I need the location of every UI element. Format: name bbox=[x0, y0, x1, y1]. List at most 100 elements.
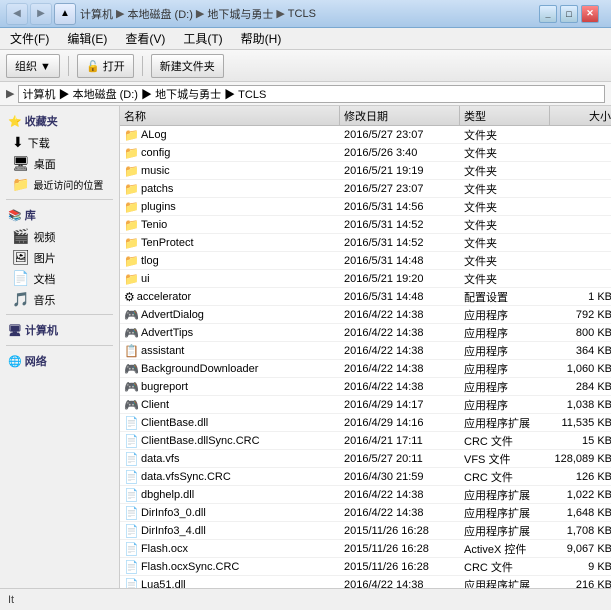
address-input[interactable] bbox=[18, 85, 605, 103]
file-type: 文件夹 bbox=[460, 270, 550, 288]
file-icon: 📁 bbox=[124, 164, 139, 178]
menu-view[interactable]: 查看(V) bbox=[121, 28, 169, 49]
library-icon: 📚 bbox=[8, 210, 22, 222]
sidebar-item-picture[interactable]: 🖼 图片 bbox=[0, 247, 119, 268]
back-button[interactable]: ◀ bbox=[6, 3, 28, 25]
sidebar-item-desktop[interactable]: 🖥 桌面 bbox=[0, 153, 119, 174]
menu-edit[interactable]: 编辑(E) bbox=[63, 28, 111, 49]
file-name: ClientBase.dllSync.CRC bbox=[141, 435, 260, 447]
table-row[interactable]: ⚙accelerator2016/5/31 14:48配置设置1 KB bbox=[120, 288, 611, 306]
col-header-size[interactable]: 大小 bbox=[550, 106, 611, 126]
maximize-button[interactable]: □ bbox=[560, 5, 578, 23]
computer-label: 计算机 bbox=[25, 325, 58, 337]
sidebar-item-download[interactable]: ⬇ 下载 bbox=[0, 132, 119, 153]
up-button[interactable]: ▲ bbox=[54, 3, 76, 25]
table-row[interactable]: 📁plugins2016/5/31 14:56文件夹 bbox=[120, 198, 611, 216]
table-row[interactable]: 📄Flash.ocxSync.CRC2015/11/26 16:28CRC 文件… bbox=[120, 558, 611, 576]
table-row[interactable]: 📄Flash.ocx2015/11/26 16:28ActiveX 控件9,06… bbox=[120, 540, 611, 558]
file-name: BackgroundDownloader bbox=[141, 363, 258, 375]
file-size: 128,089 KB bbox=[550, 452, 611, 466]
open-button[interactable]: 🔓 打开 bbox=[77, 54, 134, 78]
picture-label: 图片 bbox=[34, 250, 56, 266]
file-name: AdvertDialog bbox=[141, 309, 204, 321]
file-type: CRC 文件 bbox=[460, 432, 550, 450]
sidebar-item-document[interactable]: 📄 文档 bbox=[0, 268, 119, 289]
new-folder-button[interactable]: 新建文件夹 bbox=[151, 54, 224, 78]
file-date: 2016/4/22 14:38 bbox=[340, 488, 460, 502]
file-date: 2016/4/22 14:38 bbox=[340, 362, 460, 376]
table-row[interactable]: 📁ALog2016/5/27 23:07文件夹 bbox=[120, 126, 611, 144]
menu-help[interactable]: 帮助(H) bbox=[237, 28, 286, 49]
file-size bbox=[550, 278, 611, 280]
file-type: 应用程序扩展 bbox=[460, 486, 550, 504]
file-name: TenProtect bbox=[141, 237, 194, 249]
file-date: 2016/4/22 14:38 bbox=[340, 344, 460, 358]
table-row[interactable]: 📁config2016/5/26 3:40文件夹 bbox=[120, 144, 611, 162]
forward-button[interactable]: ▶ bbox=[30, 3, 52, 25]
close-button[interactable]: ✕ bbox=[581, 5, 599, 23]
file-icon: 🎮 bbox=[124, 308, 139, 322]
table-row[interactable]: 📄DirInfo3_0.dll2016/4/22 14:38应用程序扩展1,64… bbox=[120, 504, 611, 522]
table-row[interactable]: 🎮Client2016/4/29 14:17应用程序1,038 KB bbox=[120, 396, 611, 414]
file-icon: 📁 bbox=[124, 218, 139, 232]
sidebar-header-favorites[interactable]: ⭐ 收藏夹 bbox=[0, 110, 119, 132]
file-type: 配置设置 bbox=[460, 288, 550, 306]
menu-tools[interactable]: 工具(T) bbox=[179, 28, 226, 49]
file-date: 2015/11/26 16:28 bbox=[340, 524, 460, 538]
file-type: 文件夹 bbox=[460, 216, 550, 234]
sidebar-item-recent[interactable]: 📁 最近访问的位置 bbox=[0, 174, 119, 195]
download-icon: ⬇ bbox=[12, 134, 24, 151]
file-date: 2016/5/21 19:19 bbox=[340, 164, 460, 178]
file-type: 应用程序 bbox=[460, 378, 550, 396]
table-row[interactable]: 🎮AdvertTips2016/4/22 14:38应用程序800 KB bbox=[120, 324, 611, 342]
file-date: 2016/5/26 3:40 bbox=[340, 146, 460, 160]
status-text: It bbox=[8, 594, 14, 606]
table-row[interactable]: 📄ClientBase.dll2016/4/29 14:16应用程序扩展11,5… bbox=[120, 414, 611, 432]
file-name: Flash.ocxSync.CRC bbox=[141, 561, 239, 573]
table-row[interactable]: 📁patchs2016/5/27 23:07文件夹 bbox=[120, 180, 611, 198]
file-type: 应用程序 bbox=[460, 360, 550, 378]
file-list[interactable]: 📁ALog2016/5/27 23:07文件夹📁config2016/5/26 … bbox=[120, 126, 611, 588]
table-row[interactable]: 📄DirInfo3_4.dll2015/11/26 16:28应用程序扩展1,7… bbox=[120, 522, 611, 540]
col-header-type[interactable]: 类型 bbox=[460, 106, 550, 126]
sidebar-header-network[interactable]: 🌐 网络 bbox=[0, 350, 119, 372]
table-row[interactable]: 🎮AdvertDialog2016/4/22 14:38应用程序792 KB bbox=[120, 306, 611, 324]
table-row[interactable]: 📁ui2016/5/21 19:20文件夹 bbox=[120, 270, 611, 288]
sidebar-header-computer[interactable]: 🖥 计算机 bbox=[0, 319, 119, 341]
file-date: 2016/5/31 14:52 bbox=[340, 218, 460, 232]
table-row[interactable]: 📄data.vfsSync.CRC2016/4/30 21:59CRC 文件12… bbox=[120, 468, 611, 486]
table-row[interactable]: 📁Tenio2016/5/31 14:52文件夹 bbox=[120, 216, 611, 234]
file-name: Flash.ocx bbox=[141, 543, 188, 555]
table-row[interactable]: 📁TenProtect2016/5/31 14:52文件夹 bbox=[120, 234, 611, 252]
col-header-name[interactable]: 名称 bbox=[120, 106, 340, 126]
minimize-button[interactable]: _ bbox=[539, 5, 557, 23]
network-icon: 🌐 bbox=[8, 356, 22, 368]
file-name: music bbox=[141, 165, 170, 177]
menu-file[interactable]: 文件(F) bbox=[6, 28, 53, 49]
file-date: 2016/5/31 14:52 bbox=[340, 236, 460, 250]
table-row[interactable]: 📁music 2016/5/21 19:19文件夹 bbox=[120, 162, 611, 180]
recent-label: 最近访问的位置 bbox=[33, 177, 103, 192]
sidebar-item-video[interactable]: 🎬 视频 bbox=[0, 226, 119, 247]
file-icon: 🎮 bbox=[124, 326, 139, 340]
address-bar: ▶ bbox=[0, 82, 611, 106]
title-bar: ◀ ▶ ▲ 计算机 ▶ 本地磁盘 (D:) ▶ 地下城与勇士 ▶ TCLS _ … bbox=[0, 0, 611, 28]
table-row[interactable]: 📄data.vfs2016/5/27 20:11VFS 文件128,089 KB bbox=[120, 450, 611, 468]
table-row[interactable]: 📋assistant2016/4/22 14:38应用程序364 KB bbox=[120, 342, 611, 360]
network-label: 网络 bbox=[25, 356, 47, 368]
sidebar-header-library[interactable]: 📚 库 bbox=[0, 204, 119, 226]
file-size: 9,067 KB bbox=[550, 542, 611, 556]
file-icon: 🎮 bbox=[124, 362, 139, 376]
table-row[interactable]: 📁tlog2016/5/31 14:48文件夹 bbox=[120, 252, 611, 270]
table-row[interactable]: 🎮BackgroundDownloader 2016/4/22 14:38应用程序… bbox=[120, 360, 611, 378]
table-row[interactable]: 📄Lua51.dll2016/4/22 14:38应用程序扩展216 KB bbox=[120, 576, 611, 588]
table-row[interactable]: 📄dbghelp.dll2016/4/22 14:38应用程序扩展1,022 K… bbox=[120, 486, 611, 504]
file-name: accelerator bbox=[137, 291, 191, 303]
organize-button[interactable]: 组织 ▼ bbox=[6, 54, 60, 78]
table-row[interactable]: 📄ClientBase.dllSync.CRC2016/4/21 17:11CR… bbox=[120, 432, 611, 450]
file-type: 文件夹 bbox=[460, 162, 550, 180]
sidebar-item-music[interactable]: 🎵 音乐 bbox=[0, 289, 119, 310]
col-header-date[interactable]: 修改日期 bbox=[340, 106, 460, 126]
table-row[interactable]: 🎮bugreport2016/4/22 14:38应用程序284 KB bbox=[120, 378, 611, 396]
file-date: 2016/5/27 23:07 bbox=[340, 182, 460, 196]
